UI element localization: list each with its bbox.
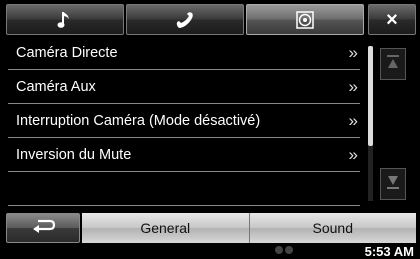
settings-list: Caméra Directe » Caméra Aux » Interrupti… [8, 36, 360, 206]
list-item-camera-aux[interactable]: Caméra Aux » [8, 70, 360, 104]
list-item-label: Caméra Directe [16, 44, 118, 61]
list-scrollbar[interactable] [368, 38, 414, 204]
clock: 5:53 AM [364, 244, 414, 259]
top-tab-bar: × [6, 4, 416, 35]
tab-setup[interactable] [246, 4, 364, 35]
list-item-label: Interruption Caméra (Mode désactivé) [16, 112, 261, 129]
double-chevron-right-icon: » [348, 110, 359, 130]
close-button[interactable]: × [368, 4, 416, 35]
tab-general[interactable]: General [82, 213, 249, 243]
double-chevron-right-icon: » [348, 42, 359, 62]
double-chevron-right-icon: » [348, 144, 359, 164]
double-chevron-right-icon: » [348, 76, 359, 96]
tab-phone[interactable] [126, 4, 244, 35]
scroll-up-icon [387, 54, 399, 74]
scroll-down-button[interactable] [380, 168, 406, 200]
list-item-label: Caméra Aux [16, 78, 96, 95]
status-bar: 5:53 AM [0, 244, 420, 259]
list-item-empty [8, 172, 360, 206]
list-item-camera-interrupt[interactable]: Interruption Caméra (Mode désactivé) » [8, 104, 360, 138]
status-indicator-icon [275, 246, 293, 254]
back-arrow-icon [30, 218, 56, 239]
scroll-down-icon [387, 175, 399, 194]
tab-sound[interactable]: Sound [248, 213, 417, 243]
scroll-track[interactable] [368, 46, 373, 201]
tab-music[interactable] [6, 4, 124, 35]
scroll-up-button[interactable] [380, 48, 406, 80]
list-item-label: Inversion du Mute [16, 146, 132, 163]
settings-disc-icon [296, 10, 314, 29]
scroll-thumb[interactable] [368, 46, 373, 146]
close-icon: × [386, 8, 398, 31]
list-item-mute-inversion[interactable]: Inversion du Mute » [8, 138, 360, 172]
back-button[interactable] [6, 213, 80, 243]
music-note-icon [57, 10, 73, 30]
phone-handset-icon [174, 11, 196, 29]
bottom-tabs: General Sound [82, 213, 416, 243]
bottom-bar: General Sound [6, 213, 416, 243]
list-item-camera-direct[interactable]: Caméra Directe » [8, 36, 360, 70]
